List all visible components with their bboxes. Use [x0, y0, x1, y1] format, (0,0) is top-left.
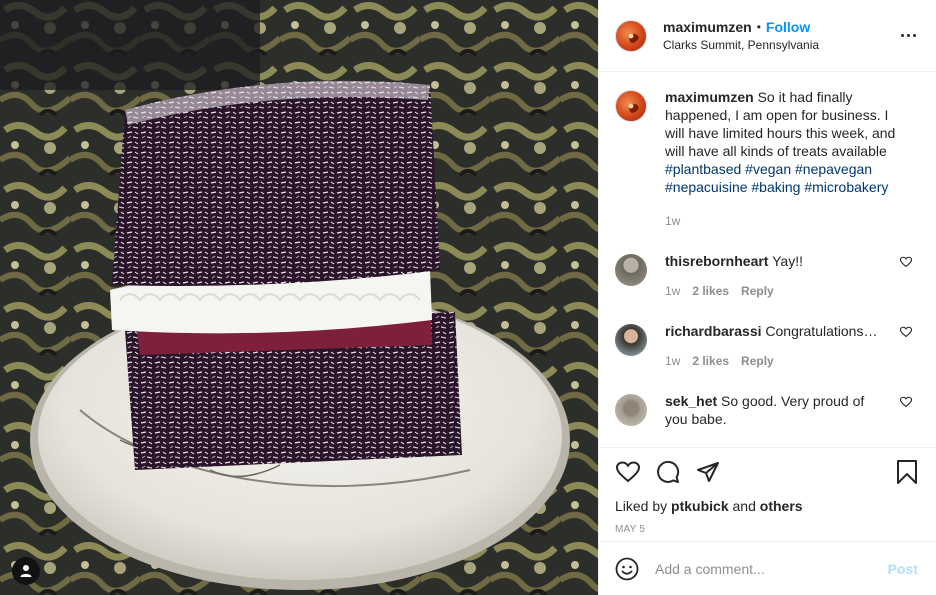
- author-username[interactable]: maximumzen: [663, 19, 752, 35]
- comment-item: richardbarassi Congratulations… 1w 2 lik…: [615, 322, 920, 370]
- comment-bubble-icon[interactable]: [655, 459, 681, 485]
- comment-text: Yay!!: [772, 253, 803, 269]
- tagged-user-icon[interactable]: [12, 557, 40, 585]
- caption-hashtags[interactable]: #plantbased #vegan #nepavegan #nepacuisi…: [665, 161, 888, 195]
- liked-by-prefix: Liked by: [615, 498, 668, 514]
- comment-like-heart-icon[interactable]: [900, 326, 912, 338]
- share-paper-plane-icon[interactable]: [695, 459, 721, 485]
- comment-item: thisrebornheart Yay!! 1w 2 likes Reply: [615, 252, 920, 300]
- commenter-avatar[interactable]: [615, 254, 647, 286]
- save-bookmark-icon[interactable]: [894, 459, 920, 485]
- commenter-username[interactable]: thisrebornheart: [665, 253, 768, 269]
- person-icon: [20, 565, 32, 577]
- comment-like-heart-icon[interactable]: [900, 396, 912, 408]
- add-comment-bar: Post: [599, 541, 936, 595]
- commenter-username[interactable]: richardbarassi: [665, 323, 762, 339]
- reply-button[interactable]: Reply: [741, 282, 774, 300]
- caption: maximumzen So it had finally happened, I…: [615, 88, 920, 230]
- liked-by-conj: and: [732, 498, 756, 514]
- reply-button[interactable]: Reply: [741, 352, 774, 370]
- comment-item: sek_het So good. Very proud of you babe.: [615, 392, 920, 428]
- commenter-username[interactable]: sek_het: [665, 393, 717, 409]
- comments-section: maximumzen So it had finally happened, I…: [599, 72, 936, 447]
- liked-by-others[interactable]: others: [760, 498, 803, 514]
- post-photo[interactable]: [0, 0, 598, 595]
- post-date[interactable]: MAY 5: [615, 524, 920, 535]
- commenter-avatar[interactable]: [615, 394, 647, 426]
- post-location[interactable]: Clarks Summit, Pennsylvania: [663, 38, 896, 52]
- author-avatar[interactable]: [615, 19, 647, 52]
- post-sidebar: maximumzen • Follow Clarks Summit, Penns…: [598, 0, 936, 595]
- author-info: maximumzen • Follow Clarks Summit, Penns…: [663, 19, 896, 52]
- post-comment-button[interactable]: Post: [888, 561, 918, 577]
- caption-username[interactable]: maximumzen: [665, 89, 754, 105]
- more-options-icon[interactable]: [896, 24, 920, 48]
- comment-likes[interactable]: 2 likes: [692, 352, 729, 370]
- separator-dot: •: [756, 20, 761, 34]
- lamington-cake-image: [0, 0, 598, 595]
- add-comment-input[interactable]: [655, 560, 888, 577]
- comment-text: Congratulations…: [765, 323, 878, 339]
- liked-by: Liked by ptkubick and others: [615, 498, 920, 514]
- comment-like-heart-icon[interactable]: [900, 256, 912, 268]
- caption-time[interactable]: 1w: [665, 212, 905, 230]
- comment-time[interactable]: 1w: [665, 352, 680, 370]
- post-modal: maximumzen • Follow Clarks Summit, Penns…: [0, 0, 936, 595]
- post-actions: Liked by ptkubick and others MAY 5: [599, 447, 936, 541]
- like-heart-icon[interactable]: [615, 459, 641, 485]
- emoji-icon[interactable]: [615, 557, 639, 581]
- post-header: maximumzen • Follow Clarks Summit, Penns…: [599, 0, 936, 72]
- liked-by-user[interactable]: ptkubick: [671, 498, 729, 514]
- comment-time[interactable]: 1w: [665, 282, 680, 300]
- follow-button[interactable]: Follow: [766, 19, 810, 35]
- comment-likes[interactable]: 2 likes: [692, 282, 729, 300]
- commenter-avatar[interactable]: [615, 324, 647, 356]
- caption-author-avatar[interactable]: [615, 90, 647, 122]
